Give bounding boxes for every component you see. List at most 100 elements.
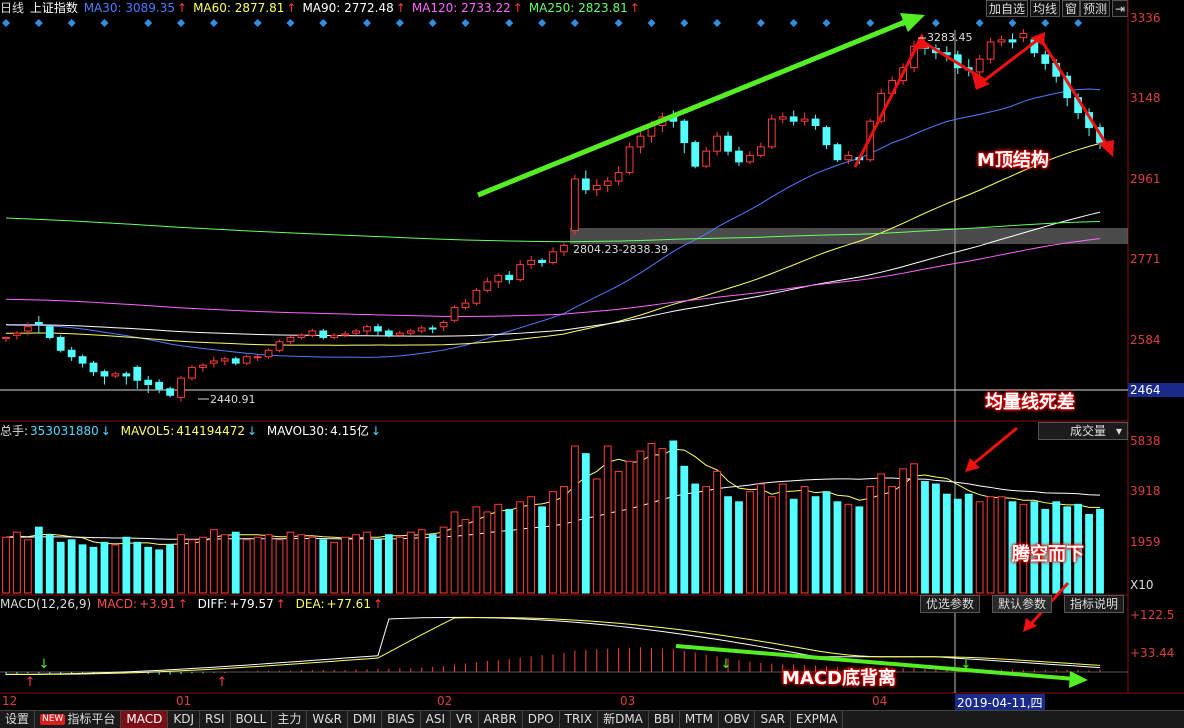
volume-bar — [406, 531, 415, 594]
volume-bar — [23, 539, 32, 594]
volume-bar — [34, 526, 43, 594]
volume-bar — [888, 486, 897, 594]
date-tick: 03 — [620, 694, 636, 708]
default-params-button[interactable]: 默认参数 — [992, 595, 1053, 613]
candle-body — [231, 358, 240, 364]
volume-bar — [899, 468, 907, 594]
candle-body — [264, 349, 273, 358]
candle-body — [78, 356, 87, 364]
volume-bar — [724, 496, 732, 594]
tab-9[interactable]: BIAS — [382, 711, 421, 728]
indicator-help-button[interactable]: 指标说明 — [1064, 595, 1125, 613]
candle-body — [395, 332, 404, 336]
volume-bar — [461, 519, 470, 594]
tab-label: EXPMA — [795, 712, 838, 726]
optimize-params-button[interactable]: 优选参数 — [920, 595, 981, 613]
tab-8[interactable]: DMI — [348, 711, 383, 728]
candle-body — [756, 146, 765, 156]
candle-body — [461, 302, 470, 308]
candle-body — [385, 330, 393, 336]
candle-body — [505, 274, 514, 281]
tab-12[interactable]: ARBR — [479, 711, 523, 728]
volume-bar — [658, 448, 667, 594]
tab-3[interactable]: KDJ — [168, 711, 200, 728]
candle-body — [45, 326, 54, 338]
dea-value: +77.61 — [326, 597, 371, 611]
info-diamond-icon — [647, 19, 656, 27]
candle-body — [319, 330, 328, 338]
tab-18[interactable]: OBV — [719, 711, 756, 728]
tab-label: 新DMA — [603, 712, 643, 726]
tab-1[interactable]: NEW 指标平台 — [35, 711, 122, 728]
volume-bar — [877, 473, 886, 594]
tab-label: BIAS — [387, 712, 415, 726]
tab-label: OBV — [723, 712, 750, 726]
price-axis: 3336 3148 2961 2771 2584 2464 — [1128, 0, 1184, 421]
volume-bars[interactable] — [2, 440, 1104, 594]
candle-body — [450, 306, 459, 321]
volume-bar — [264, 534, 273, 594]
tab-20[interactable]: EXPMA — [791, 711, 844, 728]
candle-body — [625, 146, 634, 174]
info-diamond-icon — [319, 19, 328, 27]
tab-0[interactable]: 设置 — [0, 711, 36, 728]
volume-bar — [570, 445, 579, 594]
ma-line — [5, 88, 1101, 358]
volume-indicator-dropdown[interactable]: 成交量 ▾ — [1038, 422, 1128, 440]
candle-body — [341, 333, 350, 336]
info-diamond-icon — [713, 19, 722, 27]
info-diamond-icon — [975, 19, 984, 27]
info-diamond-icon — [1041, 19, 1050, 27]
volume-bar — [133, 541, 142, 594]
info-diamond-icon — [680, 19, 689, 27]
volume-bar — [866, 486, 875, 594]
candle-body — [516, 264, 525, 281]
tab-10[interactable]: ASI — [421, 711, 452, 728]
info-diamond-icon — [34, 19, 43, 27]
tab-14[interactable]: TRIX — [560, 711, 599, 728]
volume-bar — [942, 493, 951, 594]
candle-body — [811, 118, 820, 126]
candle-body — [691, 142, 700, 167]
info-diamond-icon — [100, 19, 109, 27]
candle-body — [1008, 39, 1017, 43]
total-volume: 353031880 — [30, 424, 99, 438]
candle-body — [767, 118, 776, 148]
volume-bar — [483, 511, 492, 594]
volume-bar — [1085, 513, 1093, 594]
volume-bar — [2, 536, 10, 594]
tab-19[interactable]: SAR — [755, 711, 791, 728]
tab-label: TRIX — [564, 712, 593, 726]
volume-bar — [122, 536, 131, 594]
tab-label: 设置 — [5, 712, 30, 726]
tab-5[interactable]: BOLL — [231, 711, 273, 728]
volume-bar — [89, 546, 98, 594]
volume-bar — [472, 506, 481, 594]
volume-bar — [352, 534, 360, 594]
tab-7[interactable]: W&R — [307, 711, 348, 728]
tab-17[interactable]: MTM — [680, 711, 719, 728]
tab-15[interactable]: 新DMA — [598, 711, 649, 728]
volume-bar — [100, 541, 109, 594]
tab-6[interactable]: 主力 — [272, 711, 308, 728]
volume-bar — [789, 498, 798, 594]
tab-13[interactable]: DPO — [523, 711, 560, 728]
volume-bar — [636, 450, 645, 594]
candle-body — [297, 334, 306, 338]
volume-bar — [680, 465, 689, 594]
candle-body — [538, 259, 546, 263]
info-markers[interactable] — [2, 19, 1083, 27]
volume-bar — [778, 483, 787, 594]
tab-4[interactable]: RSI — [200, 711, 231, 728]
candle-body — [483, 281, 492, 291]
volume-bar — [560, 486, 568, 594]
candles[interactable] — [2, 29, 1104, 402]
volume-bar — [45, 534, 54, 594]
candle-body — [997, 39, 1006, 43]
tab-11[interactable]: VR — [451, 711, 479, 728]
volume-bar — [735, 501, 743, 594]
tab-2[interactable]: MACD — [121, 711, 169, 728]
tab-16[interactable]: BBI — [649, 711, 680, 728]
volume-bar — [177, 534, 185, 594]
candle-body — [100, 371, 109, 377]
